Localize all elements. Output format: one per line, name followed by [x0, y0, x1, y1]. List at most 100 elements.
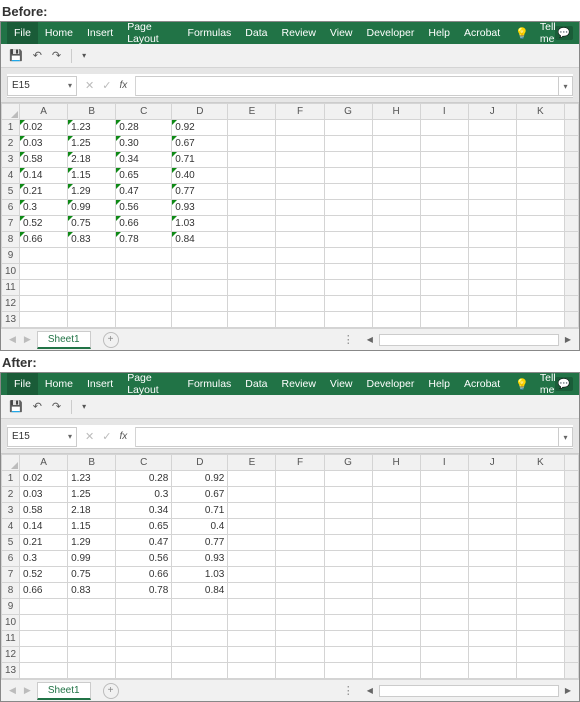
- col-header-d[interactable]: D: [172, 104, 228, 120]
- col-header-f[interactable]: F: [276, 104, 324, 120]
- cell[interactable]: [420, 232, 468, 248]
- cell[interactable]: 0.92: [172, 471, 228, 487]
- cell[interactable]: 0.65: [116, 168, 172, 184]
- cell[interactable]: [372, 184, 420, 200]
- cell[interactable]: [516, 535, 564, 551]
- vertical-scrollbar-track[interactable]: [564, 216, 578, 232]
- cell[interactable]: 0.21: [20, 535, 68, 551]
- cell[interactable]: [172, 248, 228, 264]
- lightbulb-icon[interactable]: 💡: [515, 378, 529, 391]
- cell[interactable]: [324, 248, 372, 264]
- fx-label[interactable]: fx: [119, 431, 127, 442]
- tab-acrobat[interactable]: Acrobat: [457, 22, 507, 44]
- cell[interactable]: 0.14: [20, 168, 68, 184]
- cell[interactable]: [276, 567, 324, 583]
- cell[interactable]: [324, 519, 372, 535]
- vertical-scrollbar-track[interactable]: [564, 168, 578, 184]
- tab-review[interactable]: Review: [274, 22, 322, 44]
- cell[interactable]: [68, 280, 116, 296]
- cell[interactable]: [20, 647, 68, 663]
- tab-help[interactable]: Help: [421, 373, 457, 395]
- cell[interactable]: 0.84: [172, 583, 228, 599]
- cell[interactable]: [420, 519, 468, 535]
- cell[interactable]: [276, 471, 324, 487]
- vertical-scrollbar-track[interactable]: [564, 120, 578, 136]
- row-header-12[interactable]: 12: [2, 296, 20, 312]
- cell[interactable]: [276, 232, 324, 248]
- col-header-j[interactable]: J: [468, 455, 516, 471]
- name-box[interactable]: E15 ▾: [7, 76, 77, 96]
- vertical-scrollbar-track[interactable]: [564, 264, 578, 280]
- cell[interactable]: 0.58: [20, 152, 68, 168]
- cell[interactable]: [516, 184, 564, 200]
- cell[interactable]: [276, 216, 324, 232]
- row-header-6[interactable]: 6: [2, 551, 20, 567]
- row-header-7[interactable]: 7: [2, 567, 20, 583]
- qat-dropdown-icon[interactable]: ▾: [82, 51, 86, 60]
- cell[interactable]: 0.58: [20, 503, 68, 519]
- cell[interactable]: [372, 631, 420, 647]
- vertical-scrollbar[interactable]: [564, 104, 578, 120]
- cell[interactable]: [324, 471, 372, 487]
- cell[interactable]: [516, 471, 564, 487]
- cell[interactable]: [372, 120, 420, 136]
- cell[interactable]: 0.34: [116, 503, 172, 519]
- add-sheet-button[interactable]: +: [103, 332, 119, 348]
- cell[interactable]: [324, 503, 372, 519]
- cell[interactable]: [468, 280, 516, 296]
- cell[interactable]: [228, 200, 276, 216]
- cell[interactable]: 0.71: [172, 503, 228, 519]
- cell[interactable]: [172, 663, 228, 679]
- row-header-8[interactable]: 8: [2, 583, 20, 599]
- add-sheet-button[interactable]: +: [103, 683, 119, 699]
- vertical-scrollbar-track[interactable]: [564, 296, 578, 312]
- row-header-3[interactable]: 3: [2, 503, 20, 519]
- cell[interactable]: [172, 280, 228, 296]
- cell[interactable]: 0.78: [116, 232, 172, 248]
- cell[interactable]: [468, 232, 516, 248]
- vertical-scrollbar-track[interactable]: [564, 152, 578, 168]
- row-header-13[interactable]: 13: [2, 663, 20, 679]
- cell[interactable]: [20, 296, 68, 312]
- cell[interactable]: 0.47: [116, 184, 172, 200]
- tab-formulas[interactable]: Formulas: [181, 22, 239, 44]
- cell[interactable]: [324, 312, 372, 328]
- cell[interactable]: [372, 200, 420, 216]
- cell[interactable]: [324, 663, 372, 679]
- col-header-d[interactable]: D: [172, 455, 228, 471]
- cell[interactable]: 1.15: [68, 168, 116, 184]
- cell[interactable]: [468, 599, 516, 615]
- cell[interactable]: 0.83: [68, 232, 116, 248]
- cell[interactable]: [516, 599, 564, 615]
- col-header-i[interactable]: I: [420, 104, 468, 120]
- cell[interactable]: 0.3: [20, 551, 68, 567]
- cell[interactable]: [228, 216, 276, 232]
- cell[interactable]: 1.15: [68, 519, 116, 535]
- vertical-scrollbar-track[interactable]: [564, 631, 578, 647]
- cell[interactable]: [172, 647, 228, 663]
- cell[interactable]: [276, 551, 324, 567]
- cell[interactable]: [468, 503, 516, 519]
- cell[interactable]: [468, 551, 516, 567]
- tab-developer[interactable]: Developer: [360, 373, 422, 395]
- tab-insert[interactable]: Insert: [80, 22, 120, 44]
- cell[interactable]: [468, 136, 516, 152]
- scroll-left-icon[interactable]: ◀: [365, 686, 375, 695]
- tab-formulas[interactable]: Formulas: [181, 373, 239, 395]
- cell[interactable]: [420, 471, 468, 487]
- cell[interactable]: [228, 535, 276, 551]
- vertical-scrollbar-track[interactable]: [564, 280, 578, 296]
- cell[interactable]: 0.66: [20, 583, 68, 599]
- row-header-6[interactable]: 6: [2, 200, 20, 216]
- horizontal-scrollbar[interactable]: [379, 334, 559, 346]
- row-header-7[interactable]: 7: [2, 216, 20, 232]
- strip-grip-icon[interactable]: ⋮: [343, 684, 355, 697]
- cell[interactable]: [516, 663, 564, 679]
- cell[interactable]: 0.02: [20, 471, 68, 487]
- row-header-5[interactable]: 5: [2, 184, 20, 200]
- cell[interactable]: 0.99: [68, 200, 116, 216]
- cell[interactable]: 0.71: [172, 152, 228, 168]
- cell[interactable]: 0.4: [172, 519, 228, 535]
- cell[interactable]: [468, 487, 516, 503]
- cell[interactable]: [420, 184, 468, 200]
